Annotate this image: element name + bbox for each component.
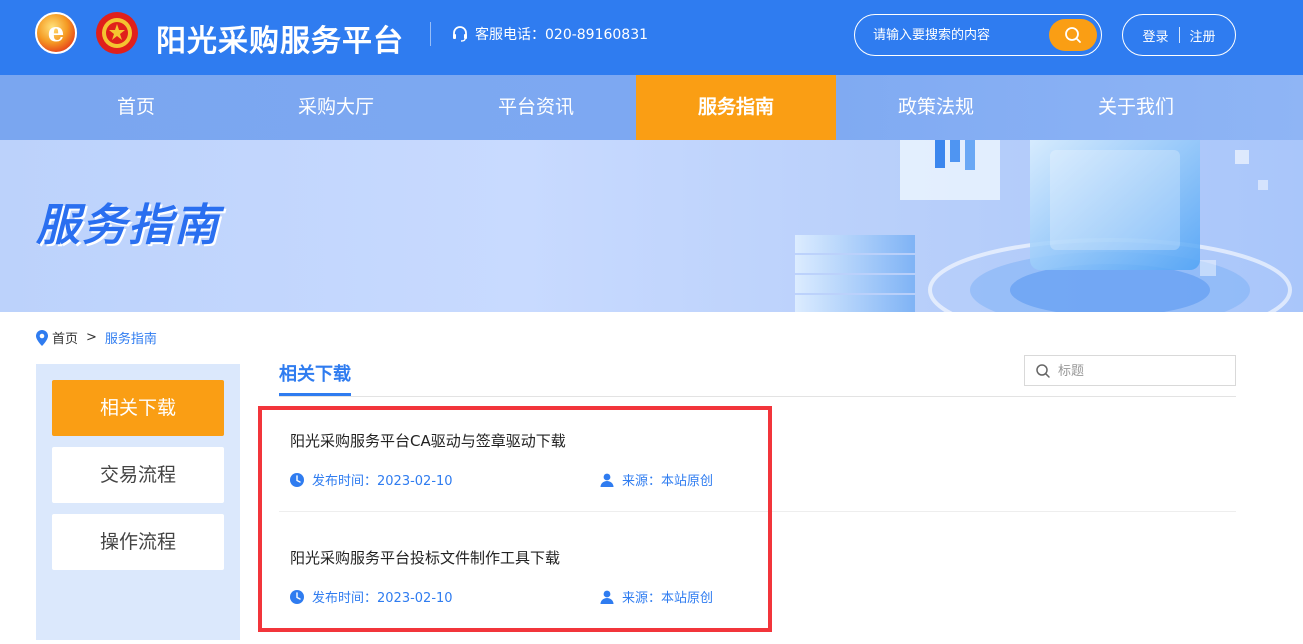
tab-divider	[279, 396, 1236, 397]
breadcrumb-separator: >	[86, 330, 97, 345]
hotline-text: 客服电话：020-89160831	[475, 27, 649, 43]
nav-item-service-guide[interactable]: 服务指南	[636, 75, 836, 140]
sidebar: 相关下载 交易流程 操作流程	[36, 364, 240, 640]
register-link[interactable]: 注册	[1190, 26, 1216, 45]
hotline: 客服电话：020-89160831	[451, 24, 648, 44]
search-icon	[1065, 27, 1081, 43]
headset-icon	[453, 26, 467, 42]
content-search	[1024, 355, 1236, 386]
tab-downloads[interactable]: 相关下载	[279, 360, 351, 386]
page-banner: 服务指南	[0, 140, 1303, 312]
breadcrumb-home[interactable]: 首页	[52, 328, 78, 347]
logo-letter: e	[47, 18, 65, 48]
site-header: e 阳光采购服务平台 客服电话：020-89160831 登录 注册	[0, 0, 1303, 75]
nav-item-about-us[interactable]: 关于我们	[1036, 75, 1236, 140]
breadcrumb: 首页 > 服务指南	[36, 328, 157, 347]
breadcrumb-current: 服务指南	[104, 332, 157, 347]
main-nav: 首页 采购大厅 平台资讯 服务指南 政策法规 关于我们	[0, 75, 1303, 140]
sidebar-item-trading-process[interactable]: 交易流程	[52, 447, 224, 503]
sidebar-item-downloads[interactable]: 相关下载	[52, 380, 224, 436]
header-divider	[430, 22, 431, 46]
auth-box: 登录 注册	[1122, 14, 1236, 56]
nav-item-home[interactable]: 首页	[36, 75, 236, 140]
title-search-input[interactable]	[1058, 362, 1228, 380]
search-icon	[1036, 364, 1050, 378]
location-pin-icon	[36, 329, 48, 346]
national-emblem-icon	[96, 12, 138, 54]
sidebar-item-operation-process[interactable]: 操作流程	[52, 514, 224, 570]
header-search	[854, 14, 1102, 56]
nav-item-procurement-hall[interactable]: 采购大厅	[236, 75, 436, 140]
header-search-input[interactable]	[873, 25, 1043, 45]
site-title: 阳光采购服务平台	[156, 24, 404, 59]
header-search-button[interactable]	[1049, 19, 1097, 51]
auth-divider	[1178, 27, 1180, 43]
platform-logo-icon[interactable]: e	[35, 12, 77, 54]
banner-title: 服务指南	[36, 200, 220, 251]
nav-item-news[interactable]: 平台资讯	[436, 75, 636, 140]
highlight-box	[258, 406, 772, 632]
login-link[interactable]: 登录	[1142, 26, 1168, 45]
nav-item-policies[interactable]: 政策法规	[836, 75, 1036, 140]
